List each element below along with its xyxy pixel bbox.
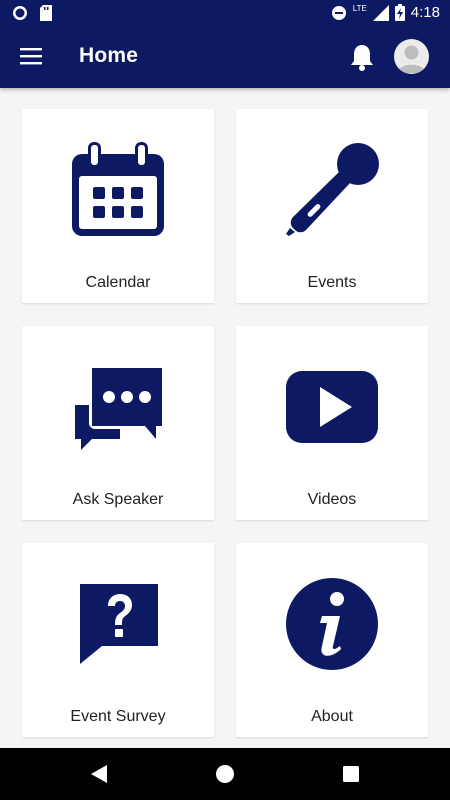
do-not-disturb-icon	[331, 5, 346, 20]
home-grid: Calendar Events Ask Speaker Videos Event…	[0, 88, 450, 748]
tile-calendar[interactable]: Calendar	[22, 109, 214, 303]
tile-about[interactable]: About	[236, 543, 428, 737]
chat-bubbles-icon	[75, 365, 165, 450]
tile-event-survey[interactable]: Event Survey	[22, 543, 214, 737]
navigation-bar	[0, 748, 450, 800]
info-icon	[286, 578, 378, 670]
status-bar: LTE 4:18	[0, 0, 450, 26]
network-label: LTE	[352, 4, 367, 13]
tile-label: Calendar	[85, 274, 151, 291]
back-icon[interactable]	[87, 762, 111, 786]
page-title: Home	[79, 44, 139, 67]
tile-events[interactable]: Events	[236, 109, 428, 303]
tile-videos[interactable]: Videos	[236, 326, 428, 520]
status-time: 4:18	[410, 4, 440, 21]
calendar-icon	[72, 142, 164, 236]
signal-icon	[372, 4, 389, 21]
user-avatar-icon[interactable]	[394, 39, 429, 74]
tile-label: Ask Speaker	[72, 491, 164, 508]
app-bar: Home	[0, 26, 450, 88]
sd-card-icon	[40, 5, 52, 21]
tile-label: Events	[307, 274, 357, 291]
battery-charging-icon	[394, 4, 405, 21]
tile-ask-speaker[interactable]: Ask Speaker	[22, 326, 214, 520]
notification-bell-icon[interactable]	[349, 43, 375, 71]
circle-notification-icon	[13, 6, 27, 20]
question-bubble-icon	[80, 584, 158, 664]
hamburger-menu-icon[interactable]	[20, 46, 42, 66]
microphone-icon	[286, 143, 379, 236]
tile-label: Videos	[307, 491, 357, 508]
tile-label: Event Survey	[70, 708, 166, 725]
home-icon[interactable]	[213, 762, 237, 786]
video-play-icon	[286, 371, 378, 443]
tile-label: About	[311, 708, 353, 725]
recents-icon[interactable]	[339, 762, 363, 786]
